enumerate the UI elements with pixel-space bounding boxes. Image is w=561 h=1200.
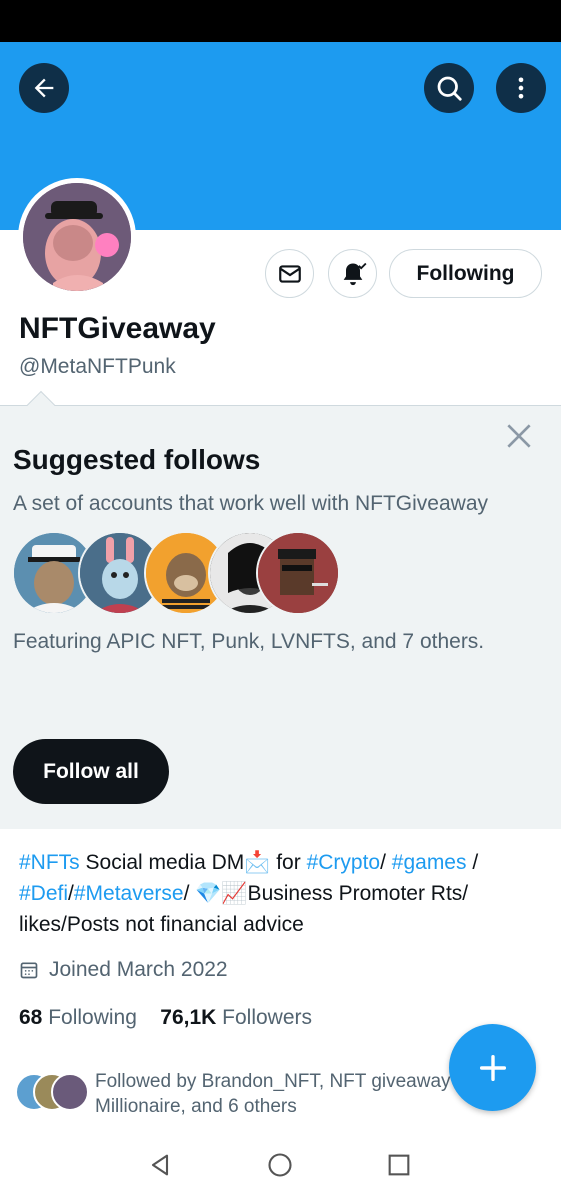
following-button[interactable]: Following bbox=[389, 249, 542, 298]
hashtag-link[interactable]: #Metaverse bbox=[74, 882, 184, 905]
user-handle: @MetaNFTPunk bbox=[19, 355, 176, 378]
profile-bio: #NFTs Social media DM📩 for #Crypto/ #gam… bbox=[19, 847, 549, 940]
nav-home-button[interactable] bbox=[262, 1147, 298, 1183]
followed-by-text[interactable]: Followed by Brandon_NFT, NFT giveaway Mi… bbox=[95, 1069, 465, 1119]
hashtag-link[interactable]: #Crypto bbox=[307, 851, 381, 874]
more-button[interactable] bbox=[496, 63, 546, 113]
nav-back-icon bbox=[151, 1154, 169, 1176]
profile-avatar[interactable] bbox=[18, 178, 136, 296]
hashtag-link[interactable]: #Defi bbox=[19, 882, 68, 905]
back-button[interactable] bbox=[19, 63, 69, 113]
bio-text: / bbox=[466, 851, 479, 874]
bell-check-icon bbox=[343, 262, 366, 285]
nav-home-icon bbox=[268, 1153, 292, 1177]
notifications-button[interactable] bbox=[328, 249, 377, 298]
follower-avatar bbox=[51, 1073, 89, 1111]
nav-recents-button[interactable] bbox=[381, 1147, 417, 1183]
more-vertical-icon bbox=[518, 77, 524, 99]
calendar-icon bbox=[20, 962, 38, 979]
featuring-text: Featuring APIC NFT, Punk, LVNFTS, and 7 … bbox=[13, 630, 485, 653]
back-arrow-icon bbox=[34, 78, 54, 98]
joined-date: Joined March 2022 bbox=[19, 958, 228, 982]
suggested-follows-subtitle: A set of accounts that work well with NF… bbox=[13, 492, 489, 515]
mail-icon bbox=[278, 264, 301, 283]
following-count-link[interactable]: 68 Following bbox=[19, 1006, 137, 1029]
search-button[interactable] bbox=[424, 63, 474, 113]
search-icon bbox=[437, 76, 462, 101]
joined-text: Joined March 2022 bbox=[49, 958, 228, 981]
display-name: NFTGiveaway bbox=[19, 312, 216, 345]
hashtag-link[interactable]: #games bbox=[392, 851, 467, 874]
suggested-avatar[interactable] bbox=[256, 531, 340, 615]
close-icon[interactable] bbox=[503, 420, 535, 452]
follow-all-button[interactable]: Follow all bbox=[13, 739, 169, 804]
bio-text: / bbox=[380, 851, 392, 874]
status-bar bbox=[0, 0, 561, 42]
follow-counts: 68 Following 76,1K Followers bbox=[19, 1006, 312, 1030]
compose-button[interactable] bbox=[449, 1024, 536, 1111]
followers-count-link[interactable]: 76,1K Followers bbox=[160, 1006, 312, 1029]
suggested-follows-title: Suggested follows bbox=[13, 444, 261, 475]
nav-recents-icon bbox=[388, 1154, 410, 1176]
system-nav-bar bbox=[0, 1130, 561, 1200]
nav-back-button[interactable] bbox=[142, 1147, 178, 1183]
hashtag-link[interactable]: #NFTs bbox=[19, 851, 80, 874]
followed-by-avatars[interactable] bbox=[15, 1073, 90, 1111]
plus-icon bbox=[479, 1054, 506, 1081]
bio-text: Social media DM📩 for bbox=[79, 851, 307, 874]
message-button[interactable] bbox=[265, 249, 314, 298]
